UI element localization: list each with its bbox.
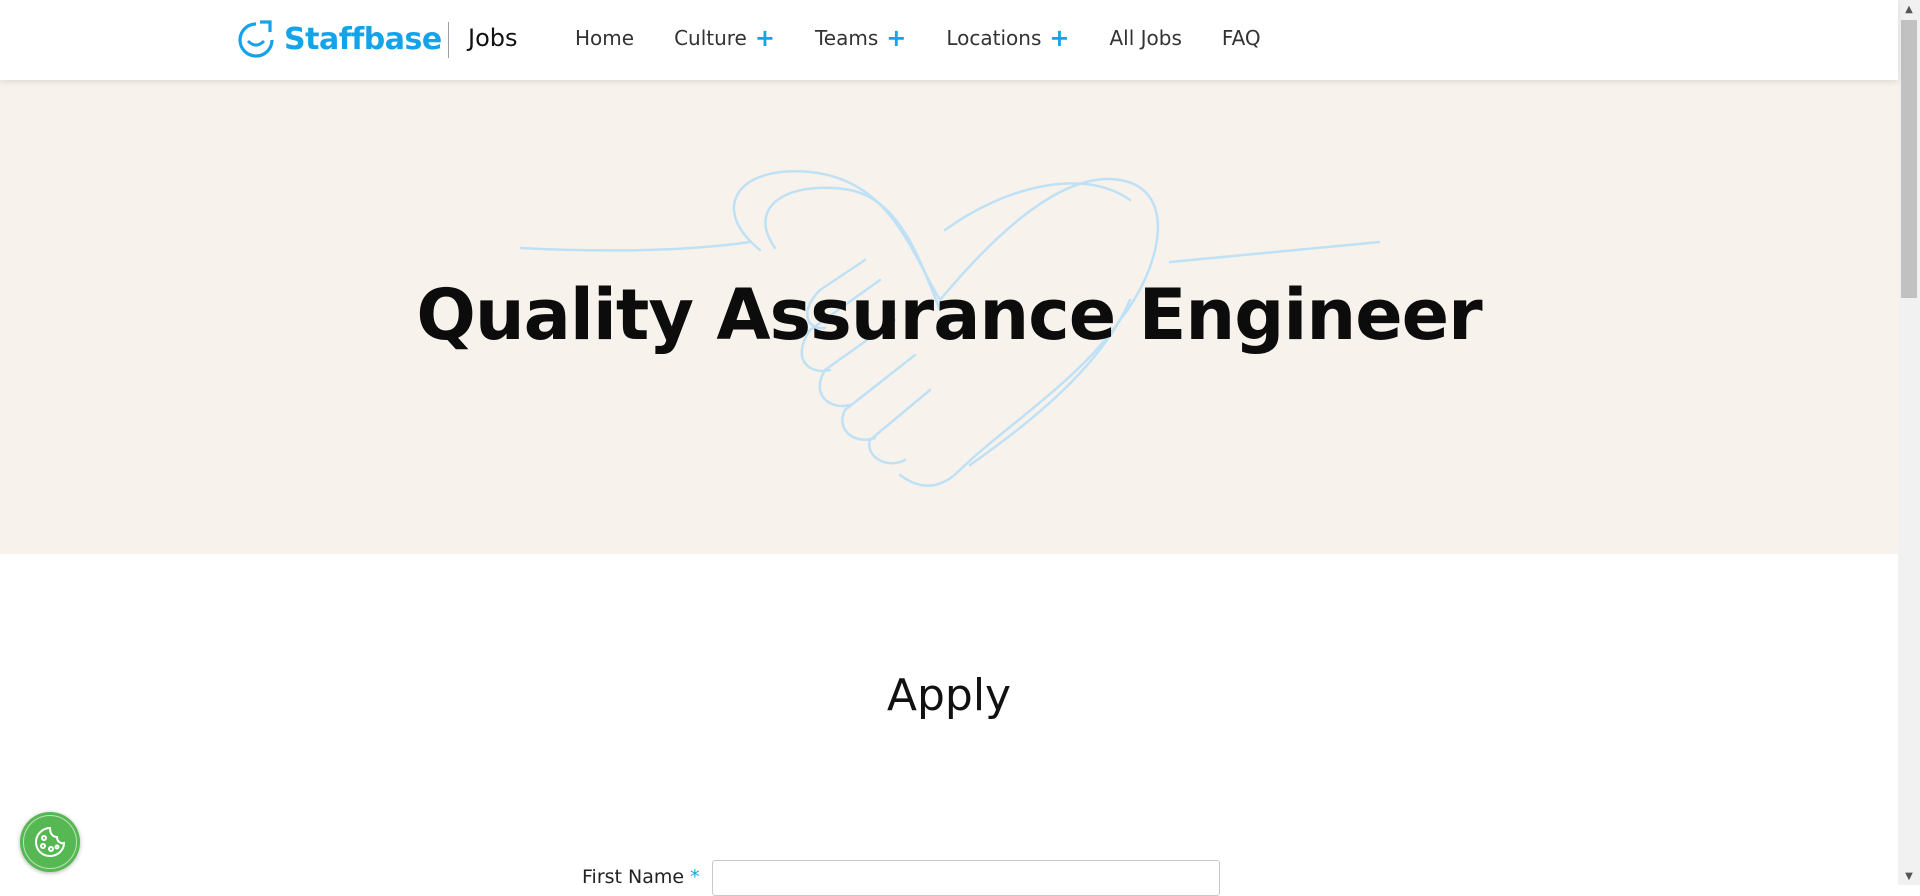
staffbase-logo[interactable]: Staffbase [236,19,442,59]
nav-locations-label: Locations [946,26,1042,50]
nav-home-label: Home [575,26,635,50]
job-title: Quality Assurance Engineer [416,274,1482,356]
plus-icon[interactable]: + [1049,26,1069,50]
nav-culture-label: Culture [674,26,747,50]
cookie-ring [23,815,77,869]
nav-all-jobs-label: All Jobs [1109,26,1182,50]
plus-icon[interactable]: + [755,26,775,50]
nav-faq[interactable]: FAQ [1222,26,1261,50]
section-title[interactable]: Jobs [468,24,518,52]
brand-name: Staffbase [284,21,442,57]
nav-teams-label: Teams [814,26,879,50]
site-header: Staffbase Jobs Home Culture + Teams + Lo… [0,0,1898,80]
nav-locations[interactable]: Locations + [946,26,1069,50]
hero-banner: Quality Assurance Engineer [0,80,1898,554]
nav-teams[interactable]: Teams + [815,26,906,50]
main-nav: Home Culture + Teams + Locations + All J… [575,26,1301,50]
header-divider [448,22,449,58]
scroll-down-arrow-icon[interactable]: ▼ [1898,867,1920,885]
scroll-thumb[interactable] [1901,20,1917,298]
plus-icon[interactable]: + [886,26,906,50]
nav-all-jobs[interactable]: All Jobs [1110,26,1182,50]
scroll-up-arrow-icon[interactable]: ▲ [1898,0,1920,18]
nav-home[interactable]: Home [575,26,634,50]
apply-heading: Apply [886,670,1012,721]
page-scrollbar[interactable]: ▲ ▼ [1898,0,1920,885]
nav-culture[interactable]: Culture + [674,26,775,50]
staffbase-logo-icon [238,20,275,58]
cookie-settings-button[interactable] [20,812,80,872]
nav-faq-label: FAQ [1221,26,1261,50]
first-name-input[interactable] [712,860,1220,896]
